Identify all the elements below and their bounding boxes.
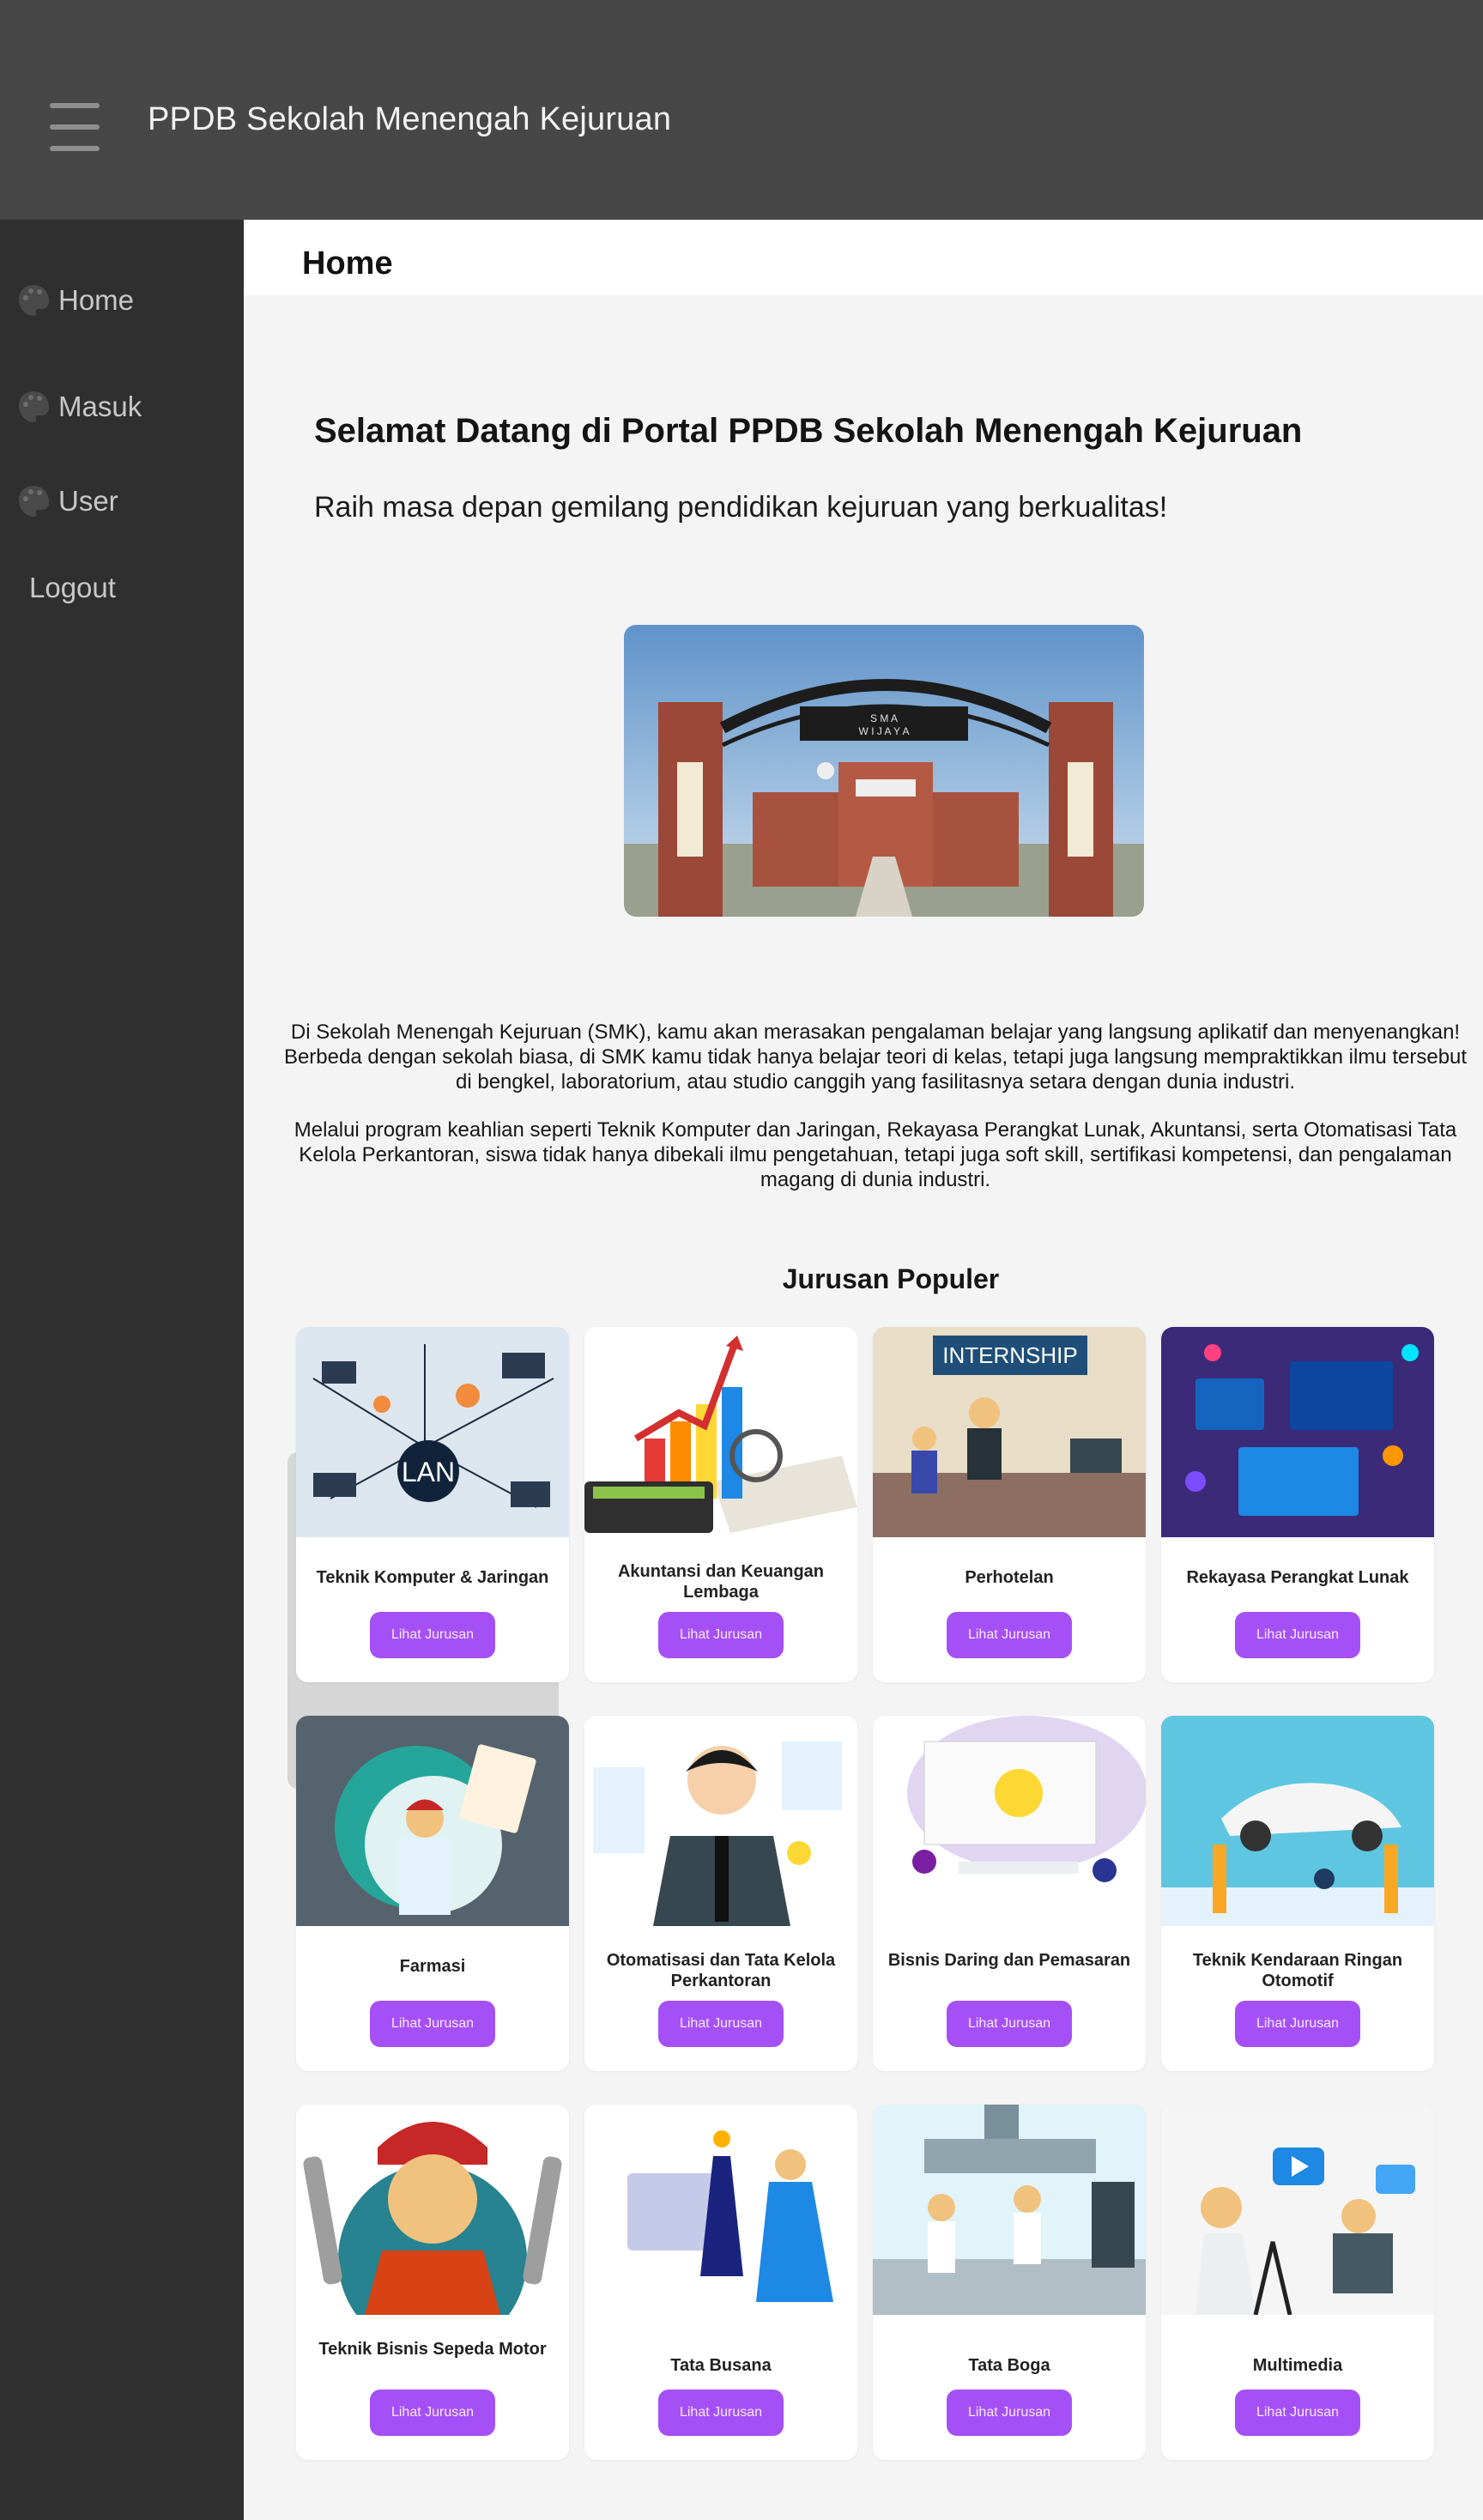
jurusan-section-title: Jurusan Populer [782,1263,1000,1294]
jurusan-card-boga: Tata Boga Lihat Jurusan [873,2105,1146,2460]
gate-sign-line2: W I J A Y A [859,725,910,737]
sidebar-item-logout[interactable]: Logout [29,572,116,604]
lihat-jurusan-button[interactable]: Lihat Jurusan [370,2001,495,2047]
lihat-jurusan-button[interactable]: Lihat Jurusan [370,1612,495,1658]
lihat-jurusan-button[interactable]: Lihat Jurusan [1235,1612,1360,1658]
sidebar-item-label: User [58,485,118,517]
jurusan-card-tkro: Teknik Kendaraan Ringan Otomotif Lihat J… [1161,1716,1434,2071]
automotive-illustration [1161,1716,1434,1926]
multimedia-illustration [1161,2105,1434,2315]
sidebar-item-label: Home [58,284,135,316]
jurusan-card-bdp: Bisnis Daring dan Pemasaran Lihat Jurusa… [873,1716,1146,2071]
top-app-bar: PPDB Sekolah Menengah Kejuruan [0,0,1483,220]
school-gate-image: S M A W I J A Y A [624,625,1144,917]
lihat-jurusan-button[interactable]: Lihat Jurusan [1235,2001,1360,2047]
description-paragraph-1: Di Sekolah Menengah Kejuruan (SMK), kamu… [283,1021,1468,1093]
jurusan-card-akuntansi: Akuntansi dan Keuangan Lembaga Lihat Jur… [584,1327,857,1682]
jurusan-card-tbsm: Teknik Bisnis Sepeda Motor Lihat Jurusan [296,2105,569,2460]
lihat-jurusan-button[interactable]: Lihat Jurusan [947,2390,1072,2436]
fashion-illustration [584,2105,857,2315]
marketing-illustration [873,1716,1146,1926]
page-title: Home [302,245,393,282]
card-title: Tata Boga [968,2356,1050,2375]
jurusan-card-otkp: Otomatisasi dan Tata Kelola Perkantoran … [584,1716,857,2071]
office-illustration [584,1716,857,1926]
menu-icon[interactable] [50,103,100,151]
jurusan-card-multimedia: Multimedia Lihat Jurusan [1161,2105,1434,2460]
pharmacy-illustration [296,1716,569,1926]
card-title: Akuntansi dan Keuangan Lembaga [617,1562,825,1602]
network-illustration: LAN [296,1327,569,1537]
jurusan-card-busana: Tata Busana Lihat Jurusan [584,2105,857,2460]
lan-label: LAN [402,1457,455,1487]
sidebar-item-home[interactable]: Home [17,283,134,318]
software-illustration [1161,1327,1434,1537]
jurusan-card-rpl: Rekayasa Perangkat Lunak Lihat Jurusan [1161,1327,1434,1682]
card-title: Perhotelan [965,1568,1054,1587]
description-paragraph-2: Melalui program keahlian seperti Teknik … [294,1118,1457,1191]
card-title: Teknik Kendaraan Ringan Otomotif [1192,1951,1403,1990]
app-title: PPDB Sekolah Menengah Kejuruan [148,101,672,137]
jurusan-card-perhotelan: INTERNSHIP Perhotelan Lihat Jurusan [873,1327,1146,1682]
welcome-subtitle: Raih masa depan gemilang pendidikan keju… [314,491,1168,524]
card-title: Teknik Komputer & Jaringan [316,1568,549,1587]
card-title: Farmasi [399,1957,466,1976]
lihat-jurusan-button[interactable]: Lihat Jurusan [658,2390,784,2436]
card-title: Bisnis Daring dan Pemasaran [887,1951,1131,1970]
page-header: Home [244,220,1483,295]
lihat-jurusan-button[interactable]: Lihat Jurusan [370,2390,495,2436]
card-title: Multimedia [1252,2356,1343,2375]
accounting-illustration [584,1327,857,1537]
internship-sign: INTERNSHIP [942,1342,1077,1368]
welcome-title: Selamat Datang di Portal PPDB Sekolah Me… [314,412,1303,450]
main-content: Selamat Datang di Portal PPDB Sekolah Me… [244,295,1483,2520]
sidebar: Home Masuk User Logout [0,220,244,2520]
card-title: Teknik Bisnis Sepeda Motor [318,2340,547,2359]
lihat-jurusan-button[interactable]: Lihat Jurusan [1235,2390,1360,2436]
lihat-jurusan-button[interactable]: Lihat Jurusan [947,1612,1072,1658]
palette-icon [19,486,49,517]
palette-icon [19,285,49,316]
card-title: Tata Busana [670,2356,772,2375]
lihat-jurusan-button[interactable]: Lihat Jurusan [658,1612,784,1658]
sidebar-item-masuk[interactable]: Masuk [17,390,142,424]
culinary-illustration [873,2105,1146,2315]
sidebar-item-label: Logout [29,572,116,603]
card-title: Otomatisasi dan Tata Kelola Perkantoran [606,1951,836,1990]
lihat-jurusan-button[interactable]: Lihat Jurusan [658,2001,784,2047]
jurusan-card-tkj: LAN Teknik Komputer & Jaringan Lihat Jur… [296,1327,569,1682]
sidebar-item-user[interactable]: User [17,484,118,518]
gate-sign-line1: S M A [870,712,898,724]
lihat-jurusan-button[interactable]: Lihat Jurusan [947,2001,1072,2047]
sidebar-item-label: Masuk [58,391,142,422]
palette-icon [19,391,49,422]
hotel-internship-illustration: INTERNSHIP [873,1327,1146,1537]
jurusan-card-farmasi: Farmasi Lihat Jurusan [296,1716,569,2071]
card-title: Rekayasa Perangkat Lunak [1186,1568,1409,1587]
mechanic-illustration [296,2105,569,2315]
